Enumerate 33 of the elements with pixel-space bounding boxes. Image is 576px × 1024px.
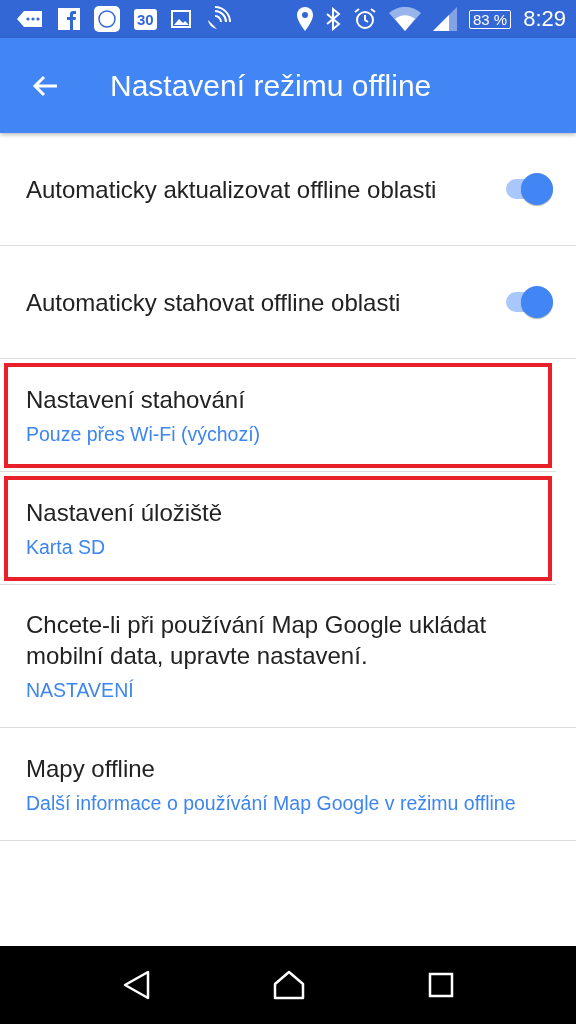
alarm-icon: [352, 7, 377, 31]
settings-row[interactable]: Automaticky stahovat offline oblasti: [0, 246, 576, 359]
settings-row[interactable]: Chcete-li při používání Map Google ukládat mobilní data, upravte nastavení. NASTAVENÍ: [0, 585, 576, 728]
setting-value: Další informace o používání Map Google v režimu offline: [26, 790, 517, 816]
setting-title: Automaticky aktualizovat offline oblasti: [26, 174, 438, 205]
settings-row[interactable]: Mapy offline Další informace o používání Map Google v režimu offline: [0, 728, 576, 841]
settings-row[interactable]: Nastavení úložiště Karta SD: [0, 472, 556, 585]
back-icon[interactable]: [121, 970, 150, 1000]
settings-link[interactable]: NASTAVENÍ: [26, 677, 526, 703]
recent-apps-icon[interactable]: [428, 972, 455, 998]
app-icon: [58, 8, 80, 30]
notification-icon: [16, 9, 44, 29]
setting-title: Nastavení stahování: [26, 384, 246, 415]
screen-title: Nastavení režimu offline: [110, 68, 432, 103]
settings-row[interactable]: Nastavení stahování Pouze přes Wi-Fi (výchozí): [0, 359, 556, 472]
setting-title: Chcete-li při používání Map Google ukládat mobilní data, upravte nastavení.: [26, 610, 488, 671]
calendar-icon: 30: [134, 8, 157, 30]
clock-time: 8:29: [523, 6, 566, 32]
image-icon: [170, 10, 191, 28]
home-icon[interactable]: [273, 970, 305, 1000]
setting-value: Pouze přes Wi-Fi (výchozí): [26, 421, 262, 447]
setting-value: Karta SD: [26, 534, 107, 560]
battery-indicator: 83 %: [468, 9, 512, 29]
wifi-icon: [388, 7, 421, 31]
setting-title: Nastavení úložiště: [26, 497, 224, 528]
bluetooth-icon: [324, 7, 341, 31]
back-arrow-icon[interactable]: [32, 74, 58, 97]
signal-icon: [432, 7, 457, 31]
settings-row[interactable]: Automaticky aktualizovat offline oblasti: [0, 133, 576, 246]
setting-title: Automaticky stahovat offline oblasti: [26, 287, 402, 318]
location-icon: [296, 7, 313, 31]
setting-title: Mapy offline: [26, 753, 156, 784]
app-icon: [94, 6, 120, 32]
